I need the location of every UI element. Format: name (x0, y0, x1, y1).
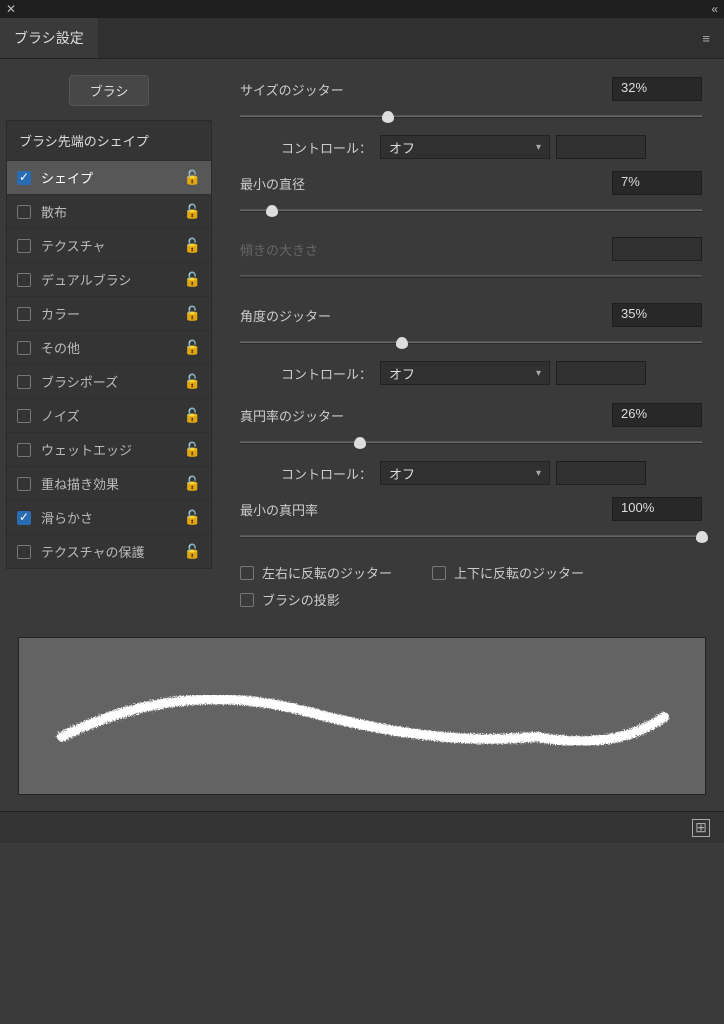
sidebar: ブラシ ブラシ先端のシェイプ シェイプ 🔓 散布 🔓 テクスチャ 🔓 デュアルブラシ… (0, 59, 218, 621)
value-angle-jitter[interactable]: 35% (612, 303, 702, 327)
list-item-noise[interactable]: ノイズ 🔓 (7, 398, 211, 432)
label-min-round: 最小の真円率 (240, 500, 612, 519)
list-header-brush-tip[interactable]: ブラシ先端のシェイプ (7, 121, 211, 160)
list-item-shape[interactable]: シェイプ 🔓 (7, 160, 211, 194)
checkbox-icon (432, 566, 446, 580)
select-control-angle[interactable]: オフ▾ (380, 361, 550, 385)
new-brush-button[interactable]: ⊞ (692, 819, 710, 837)
checkbox-icon[interactable] (17, 545, 31, 559)
brush-button[interactable]: ブラシ (69, 75, 149, 106)
label-round-jitter: 真円率のジッター (240, 406, 612, 425)
list-item-texture[interactable]: テクスチャ 🔓 (7, 228, 211, 262)
list-item-label: ウェットエッジ (41, 440, 132, 459)
select-control-size[interactable]: オフ▾ (380, 135, 550, 159)
list-item-color[interactable]: カラー 🔓 (7, 296, 211, 330)
lock-icon[interactable]: 🔓 (184, 339, 201, 356)
label-control: コントロール： (260, 138, 380, 157)
tab-brush-settings[interactable]: ブラシ設定 (0, 18, 98, 58)
list-item-label: デュアルブラシ (41, 270, 131, 289)
checkbox-icon[interactable] (17, 443, 31, 457)
list-item-scatter[interactable]: 散布 🔓 (7, 194, 211, 228)
checkbox-flip-x[interactable]: 左右に反転のジッター (240, 563, 392, 582)
list-item-brush-pose[interactable]: ブラシポーズ 🔓 (7, 364, 211, 398)
checkbox-icon[interactable] (17, 239, 31, 253)
list-item-label: シェイプ (41, 168, 93, 187)
value-min-diameter[interactable]: 7% (612, 171, 702, 195)
list-item-label: ブラシポーズ (41, 372, 118, 391)
checkbox-icon[interactable] (17, 375, 31, 389)
checkbox-icon (240, 566, 254, 580)
label-control: コントロール： (260, 364, 380, 383)
label-size-jitter: サイズのジッター (240, 80, 612, 99)
checkbox-icon[interactable] (17, 341, 31, 355)
checkbox-flip-y[interactable]: 上下に反転のジッター (432, 563, 584, 582)
value-blank (556, 361, 646, 385)
value-tilt-scale (612, 237, 702, 261)
value-round-jitter[interactable]: 26% (612, 403, 702, 427)
checkbox-icon[interactable] (17, 511, 31, 525)
panel-menu-icon[interactable]: ≡ (698, 27, 714, 50)
checkbox-icon (240, 593, 254, 607)
list-item-label: 滑らかさ (41, 508, 93, 527)
slider-tilt-scale (240, 269, 702, 285)
lock-icon[interactable]: 🔓 (184, 441, 201, 458)
lock-icon[interactable]: 🔓 (184, 373, 201, 390)
lock-icon[interactable]: 🔓 (184, 543, 201, 560)
close-icon[interactable]: ✕ (6, 2, 16, 16)
checkbox-icon[interactable] (17, 273, 31, 287)
lock-icon[interactable]: 🔓 (184, 203, 201, 220)
list-item-label: テクスチャ (41, 236, 105, 255)
list-item-label: カラー (41, 304, 80, 323)
label-angle-jitter: 角度のジッター (240, 306, 612, 325)
list-item-label: テクスチャの保護 (41, 542, 144, 561)
lock-icon[interactable]: 🔓 (184, 475, 201, 492)
checkbox-projection[interactable]: ブラシの投影 (240, 590, 702, 609)
chevron-down-icon: ▾ (536, 468, 541, 479)
checkbox-icon[interactable] (17, 307, 31, 321)
brush-stroke-preview (19, 638, 705, 794)
lock-icon[interactable]: 🔓 (184, 237, 201, 254)
settings-panel: サイズのジッター32% コントロール：オフ▾ 最小の直径7% 傾きの大きさ 角度… (218, 59, 724, 621)
list-item-dual-brush[interactable]: デュアルブラシ 🔓 (7, 262, 211, 296)
list-item-smoothing[interactable]: 滑らかさ 🔓 (7, 500, 211, 534)
select-control-round[interactable]: オフ▾ (380, 461, 550, 485)
lock-icon[interactable]: 🔓 (184, 305, 201, 322)
list-item-label: 散布 (41, 202, 67, 221)
chevron-down-icon: ▾ (536, 142, 541, 153)
slider-round-jitter[interactable] (240, 435, 702, 451)
checkbox-icon[interactable] (17, 205, 31, 219)
brush-preview (18, 637, 706, 795)
brush-options-list: ブラシ先端のシェイプ シェイプ 🔓 散布 🔓 テクスチャ 🔓 デュアルブラシ 🔓 カラ… (6, 120, 212, 569)
lock-icon[interactable]: 🔓 (184, 509, 201, 526)
list-item-label: ノイズ (41, 406, 80, 425)
value-min-round[interactable]: 100% (612, 497, 702, 521)
slider-min-round[interactable] (240, 529, 702, 545)
value-size-jitter[interactable]: 32% (612, 77, 702, 101)
list-item-other[interactable]: その他 🔓 (7, 330, 211, 364)
collapse-icon[interactable]: « (711, 2, 718, 16)
checkbox-icon[interactable] (17, 477, 31, 491)
value-blank (556, 135, 646, 159)
list-item-buildup[interactable]: 重ね描き効果 🔓 (7, 466, 211, 500)
checkbox-icon[interactable] (17, 171, 31, 185)
slider-angle-jitter[interactable] (240, 335, 702, 351)
lock-icon[interactable]: 🔓 (184, 169, 201, 186)
list-item-protect-texture[interactable]: テクスチャの保護 🔓 (7, 534, 211, 568)
list-item-label: 重ね描き効果 (41, 474, 119, 493)
list-item-label: その他 (41, 338, 80, 357)
label-tilt-scale: 傾きの大きさ (240, 240, 612, 259)
slider-min-diameter[interactable] (240, 203, 702, 219)
slider-size-jitter[interactable] (240, 109, 702, 125)
checkbox-icon[interactable] (17, 409, 31, 423)
lock-icon[interactable]: 🔓 (184, 407, 201, 424)
list-item-wet-edge[interactable]: ウェットエッジ 🔓 (7, 432, 211, 466)
chevron-down-icon: ▾ (536, 368, 541, 379)
value-blank (556, 461, 646, 485)
label-control: コントロール： (260, 464, 380, 483)
lock-icon[interactable]: 🔓 (184, 271, 201, 288)
label-min-diameter: 最小の直径 (240, 174, 612, 193)
